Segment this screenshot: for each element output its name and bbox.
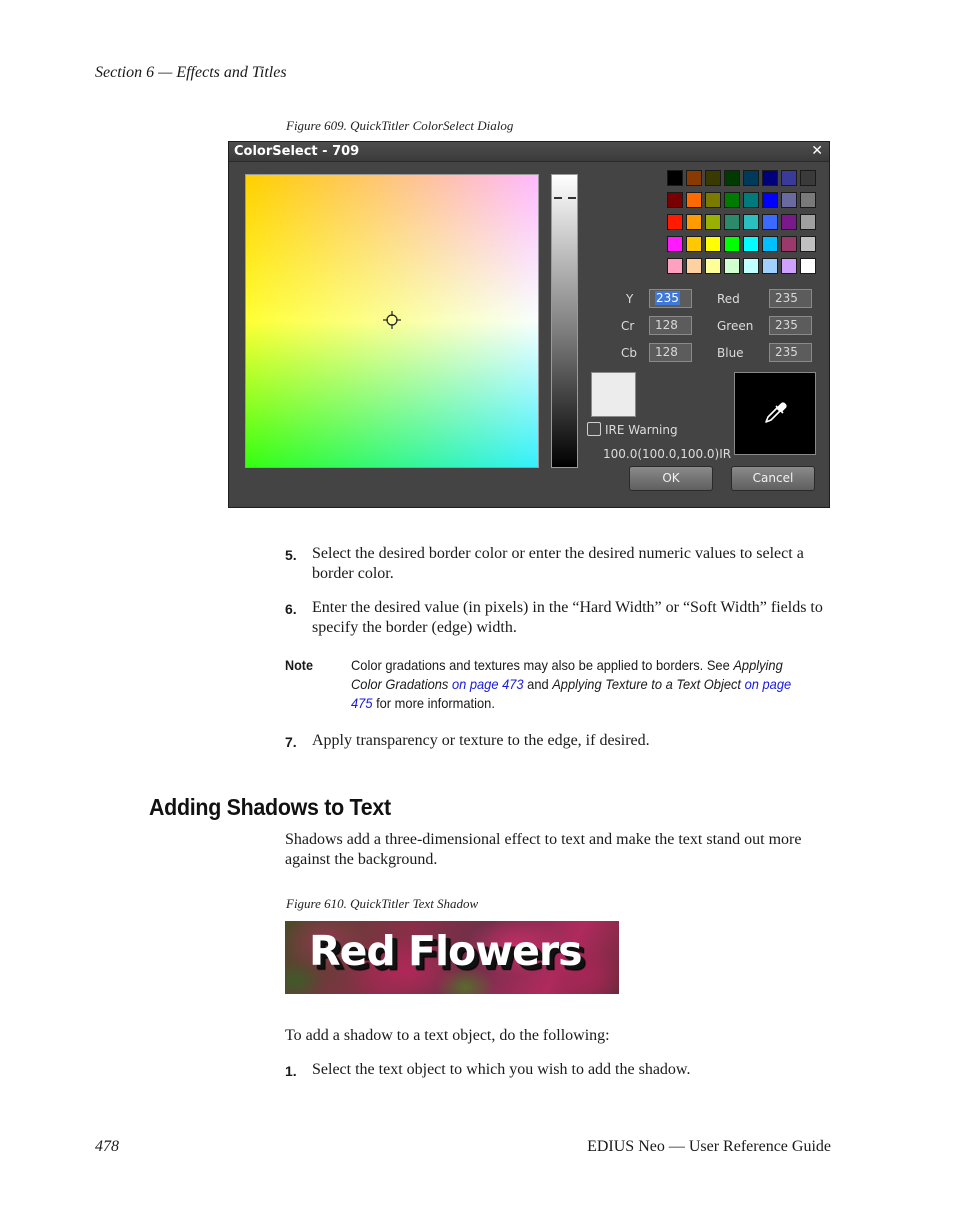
palette-swatch[interactable] (724, 236, 740, 252)
footer-title: EDIUS Neo — User Reference Guide (587, 1138, 831, 1155)
palette-swatch[interactable] (800, 214, 816, 230)
step-6: 6. Enter the desired value (in pixels) in… (285, 599, 823, 636)
shadowed-text: Red Flowers (309, 927, 583, 975)
dialog-title: ColorSelect - 709 (234, 144, 360, 159)
palette-swatch[interactable] (686, 170, 702, 186)
palette-swatch[interactable] (686, 236, 702, 252)
text-shadow-image: Red Flowers (285, 921, 619, 994)
link-page-473[interactable]: on page 473 (452, 676, 524, 692)
red-input[interactable]: 235 (769, 289, 812, 308)
palette-swatch[interactable] (705, 258, 721, 274)
red-label: Red (717, 292, 740, 306)
palette-swatch[interactable] (800, 192, 816, 208)
step-5: 5. Select the desired border color or ent… (285, 545, 804, 582)
palette-swatch[interactable] (724, 192, 740, 208)
palette-swatch[interactable] (781, 170, 797, 186)
palette-swatch[interactable] (667, 170, 683, 186)
cr-input[interactable]: 128 (649, 316, 692, 335)
palette-swatch[interactable] (686, 192, 702, 208)
figure-609-caption: Figure 609. QuickTitler ColorSelect Dial… (286, 118, 514, 133)
color-field[interactable] (245, 174, 539, 468)
ire-warning-label: IRE Warning (605, 423, 678, 437)
slider-handle-left[interactable] (554, 197, 562, 199)
palette-swatch[interactable] (762, 192, 778, 208)
palette-swatch[interactable] (724, 170, 740, 186)
luminance-slider[interactable] (551, 174, 578, 468)
eyedropper-icon[interactable] (762, 400, 788, 426)
blue-label: Blue (717, 346, 744, 360)
colorselect-dialog: ColorSelect - 709 ✕ Y 235 Cr 128 Cb 128 … (228, 141, 830, 508)
blue-input[interactable]: 235 (769, 343, 812, 362)
section-heading: Adding Shadows to Text (149, 794, 391, 820)
palette-swatch[interactable] (705, 170, 721, 186)
slider-handle-right[interactable] (568, 197, 576, 199)
ire-value: 100.0(100.0,100.0)IR (603, 447, 732, 461)
cb-label: Cb (621, 346, 637, 360)
palette-swatch[interactable] (667, 192, 683, 208)
palette-swatch[interactable] (743, 214, 759, 230)
figure-610-caption: Figure 610. QuickTitler Text Shadow (286, 896, 479, 911)
ok-button[interactable]: OK (629, 466, 713, 491)
palette-swatch[interactable] (800, 236, 816, 252)
cr-label: Cr (621, 319, 635, 333)
dialog-title-bar[interactable]: ColorSelect - 709 ✕ (229, 142, 829, 162)
palette-swatch[interactable] (781, 192, 797, 208)
step-1: 1. Select the text object to which you wi… (285, 1061, 691, 1079)
palette-swatch[interactable] (762, 214, 778, 230)
palette-swatch[interactable] (686, 214, 702, 230)
green-input[interactable]: 235 (769, 316, 812, 335)
palette-swatch[interactable] (781, 258, 797, 274)
palette-swatch[interactable] (762, 258, 778, 274)
crosshair-icon[interactable] (383, 311, 401, 329)
eyedropper-panel[interactable] (734, 372, 816, 455)
cancel-button[interactable]: Cancel (731, 466, 815, 491)
dialog-body: Y 235 Cr 128 Cb 128 Red 235 Green 235 Bl… (231, 164, 827, 504)
palette-swatch[interactable] (705, 214, 721, 230)
palette-swatch[interactable] (743, 170, 759, 186)
palette-swatch[interactable] (724, 214, 740, 230)
palette-swatch[interactable] (743, 192, 759, 208)
green-label: Green (717, 319, 754, 333)
y-input[interactable]: 235 (649, 289, 692, 308)
step-7: 7. Apply transparency or texture to the e… (285, 732, 650, 750)
palette-swatch[interactable] (800, 170, 816, 186)
palette-swatch[interactable] (762, 170, 778, 186)
palette-swatch[interactable] (667, 214, 683, 230)
palette-swatch[interactable] (743, 258, 759, 274)
palette-swatch[interactable] (667, 236, 683, 252)
palette-swatch[interactable] (781, 214, 797, 230)
palette-swatch[interactable] (705, 192, 721, 208)
running-header: Section 6 — Effects and Titles (95, 64, 287, 81)
close-icon[interactable]: ✕ (811, 143, 823, 159)
intro-paragraph: Shadows add a three-dimensional effect t… (285, 831, 802, 868)
note-text: Color gradations and textures may also b… (351, 657, 792, 711)
page-number: 478 (95, 1138, 119, 1155)
y-label: Y (626, 292, 634, 306)
palette-swatch[interactable] (724, 258, 740, 274)
color-preview (591, 372, 636, 417)
lead-in-paragraph: To add a shadow to a text object, do the… (285, 1027, 610, 1044)
palette-swatch[interactable] (686, 258, 702, 274)
note-label: Note (285, 657, 314, 673)
palette-swatch[interactable] (800, 258, 816, 274)
palette-swatch[interactable] (762, 236, 778, 252)
ire-warning-checkbox[interactable] (587, 422, 601, 436)
cb-input[interactable]: 128 (649, 343, 692, 362)
palette-swatch[interactable] (781, 236, 797, 252)
palette-swatch[interactable] (667, 258, 683, 274)
palette-swatch[interactable] (705, 236, 721, 252)
palette-swatch[interactable] (743, 236, 759, 252)
